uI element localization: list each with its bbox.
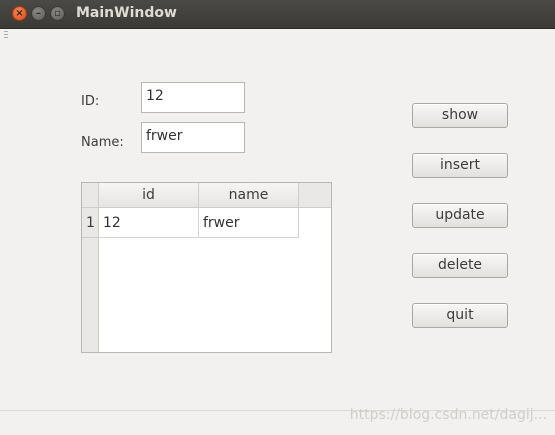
watermark-text: https://blog.csdn.net/dagij... [349,407,547,423]
update-button[interactable]: update [412,203,508,228]
delete-button[interactable]: delete [412,253,508,278]
table-cell-id[interactable]: 12 [99,208,199,238]
column-header-id[interactable]: id [99,183,199,208]
show-button[interactable]: show [412,103,508,128]
id-input[interactable]: 12 [141,82,245,113]
toolbar-grip-icon[interactable] [4,31,8,39]
row-header-1[interactable]: 1 [82,208,99,238]
quit-button[interactable]: quit [412,303,508,328]
main-window: × – ▫ MainWindow ID: 12 Name: frwer id n… [0,0,555,435]
insert-button[interactable]: insert [412,153,508,178]
table-corner-button[interactable] [82,183,99,208]
close-window-icon[interactable]: × [12,6,27,21]
data-table[interactable]: id name 1 12 frwer [81,182,332,353]
minimize-window-icon[interactable]: – [31,6,46,21]
id-label: ID: [81,94,100,109]
column-header-name[interactable]: name [199,183,299,208]
header-filler [299,183,331,208]
table-cell-name[interactable]: frwer [199,208,299,238]
title-bar: × – ▫ MainWindow [0,0,555,29]
name-input[interactable]: frwer [141,122,245,153]
name-label: Name: [81,135,124,150]
maximize-window-icon[interactable]: ▫ [50,6,65,21]
window-title: MainWindow [76,5,177,21]
